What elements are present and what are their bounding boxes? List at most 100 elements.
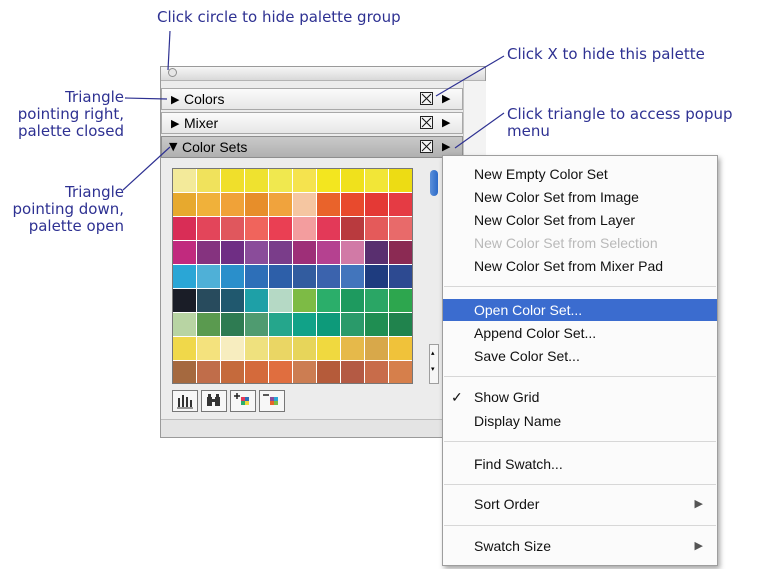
color-swatch[interactable] <box>341 217 365 241</box>
color-swatch[interactable] <box>341 337 365 361</box>
popup-menu-triangle-icon[interactable]: ▶ <box>442 141 450 153</box>
color-swatch[interactable] <box>293 265 317 289</box>
menu-item-new-color-set-from-layer[interactable]: New Color Set from Layer <box>443 209 717 231</box>
color-swatch[interactable] <box>389 337 412 361</box>
color-swatch[interactable] <box>173 289 197 313</box>
color-swatch[interactable] <box>293 217 317 241</box>
section-header-color-sets[interactable]: ▼ Color Sets ▶ <box>161 136 463 158</box>
color-swatch[interactable] <box>293 241 317 265</box>
color-swatch[interactable] <box>389 217 412 241</box>
color-swatch[interactable] <box>197 337 221 361</box>
color-swatch[interactable] <box>317 289 341 313</box>
color-swatch[interactable] <box>389 193 412 217</box>
color-swatch[interactable] <box>365 265 389 289</box>
color-swatch[interactable] <box>293 289 317 313</box>
section-header-mixer[interactable]: ▶ Mixer ▶ <box>161 112 463 134</box>
color-swatch[interactable] <box>293 193 317 217</box>
color-swatch[interactable] <box>269 193 293 217</box>
color-swatch[interactable] <box>221 241 245 265</box>
color-swatch[interactable] <box>389 313 412 337</box>
menu-item-sort-order[interactable]: Sort Order ▶ <box>443 493 717 515</box>
color-swatch[interactable] <box>341 361 365 383</box>
scroll-up-icon[interactable]: ▴ <box>431 349 435 357</box>
color-swatch[interactable] <box>245 289 269 313</box>
scroll-down-icon[interactable]: ▾ <box>431 365 435 373</box>
color-swatch[interactable] <box>365 217 389 241</box>
color-swatch[interactable] <box>221 265 245 289</box>
menu-item-new-color-set-from-mixer-pad[interactable]: New Color Set from Mixer Pad <box>443 255 717 277</box>
remove-swatch-button[interactable] <box>259 390 285 412</box>
color-swatch[interactable] <box>365 337 389 361</box>
color-swatch[interactable] <box>365 361 389 383</box>
color-swatch[interactable] <box>269 289 293 313</box>
color-swatch[interactable] <box>269 217 293 241</box>
color-swatch[interactable] <box>269 169 293 193</box>
menu-item-append-color-set[interactable]: Append Color Set... <box>443 322 717 344</box>
color-swatch[interactable] <box>269 265 293 289</box>
color-swatch[interactable] <box>293 337 317 361</box>
triangle-right-icon[interactable]: ▶ <box>171 118 179 130</box>
color-swatch[interactable] <box>365 193 389 217</box>
menu-item-find-swatch[interactable]: Find Swatch... <box>443 453 717 475</box>
color-swatch[interactable] <box>197 361 221 383</box>
color-swatch[interactable] <box>365 169 389 193</box>
color-swatch[interactable] <box>245 361 269 383</box>
section-header-colors[interactable]: ▶ Colors ▶ <box>161 88 463 110</box>
menu-item-display-name[interactable]: Display Name <box>443 410 717 432</box>
color-swatch[interactable] <box>317 193 341 217</box>
color-swatch[interactable] <box>317 217 341 241</box>
color-swatch[interactable] <box>365 241 389 265</box>
color-swatch[interactable] <box>197 289 221 313</box>
color-swatch[interactable] <box>365 313 389 337</box>
menu-item-open-color-set[interactable]: Open Color Set... <box>443 299 717 321</box>
swatch-grid[interactable] <box>173 169 412 383</box>
color-swatch[interactable] <box>245 169 269 193</box>
palette-titlebar[interactable] <box>161 67 485 81</box>
color-swatch[interactable] <box>173 265 197 289</box>
color-swatch[interactable] <box>221 169 245 193</box>
color-swatch[interactable] <box>269 313 293 337</box>
color-swatch[interactable] <box>245 337 269 361</box>
color-swatch[interactable] <box>389 265 412 289</box>
color-swatch[interactable] <box>221 289 245 313</box>
color-swatch[interactable] <box>269 241 293 265</box>
color-swatch[interactable] <box>221 361 245 383</box>
color-swatch[interactable] <box>389 241 412 265</box>
hide-group-circle-button[interactable] <box>168 68 177 77</box>
popup-menu-triangle-icon[interactable]: ▶ <box>442 93 450 105</box>
color-swatch[interactable] <box>293 361 317 383</box>
color-swatch[interactable] <box>197 217 221 241</box>
color-swatch[interactable] <box>173 361 197 383</box>
color-swatch[interactable] <box>341 169 365 193</box>
color-swatch[interactable] <box>197 169 221 193</box>
color-swatch[interactable] <box>293 169 317 193</box>
color-swatch[interactable] <box>245 265 269 289</box>
color-swatch[interactable] <box>317 241 341 265</box>
color-swatch[interactable] <box>173 313 197 337</box>
color-swatch[interactable] <box>221 313 245 337</box>
triangle-down-icon[interactable]: ▼ <box>169 141 177 153</box>
color-swatch[interactable] <box>341 313 365 337</box>
color-swatch[interactable] <box>173 241 197 265</box>
menu-item-save-color-set[interactable]: Save Color Set... <box>443 345 717 367</box>
color-swatch[interactable] <box>317 361 341 383</box>
color-swatch[interactable] <box>341 193 365 217</box>
color-swatch[interactable] <box>341 241 365 265</box>
color-swatch[interactable] <box>245 241 269 265</box>
color-swatch[interactable] <box>173 337 197 361</box>
color-swatch[interactable] <box>245 313 269 337</box>
color-swatch[interactable] <box>269 337 293 361</box>
add-swatch-button[interactable] <box>230 390 256 412</box>
popup-menu-triangle-icon[interactable]: ▶ <box>442 117 450 129</box>
close-icon[interactable] <box>420 116 433 129</box>
color-swatch[interactable] <box>245 193 269 217</box>
color-swatch[interactable] <box>341 265 365 289</box>
color-swatch[interactable] <box>365 289 389 313</box>
color-swatch[interactable] <box>221 337 245 361</box>
color-swatch[interactable] <box>245 217 269 241</box>
color-swatch[interactable] <box>173 193 197 217</box>
menu-item-new-empty-color-set[interactable]: New Empty Color Set <box>443 163 717 185</box>
color-swatch[interactable] <box>197 313 221 337</box>
color-swatch[interactable] <box>269 361 293 383</box>
color-swatch[interactable] <box>221 217 245 241</box>
